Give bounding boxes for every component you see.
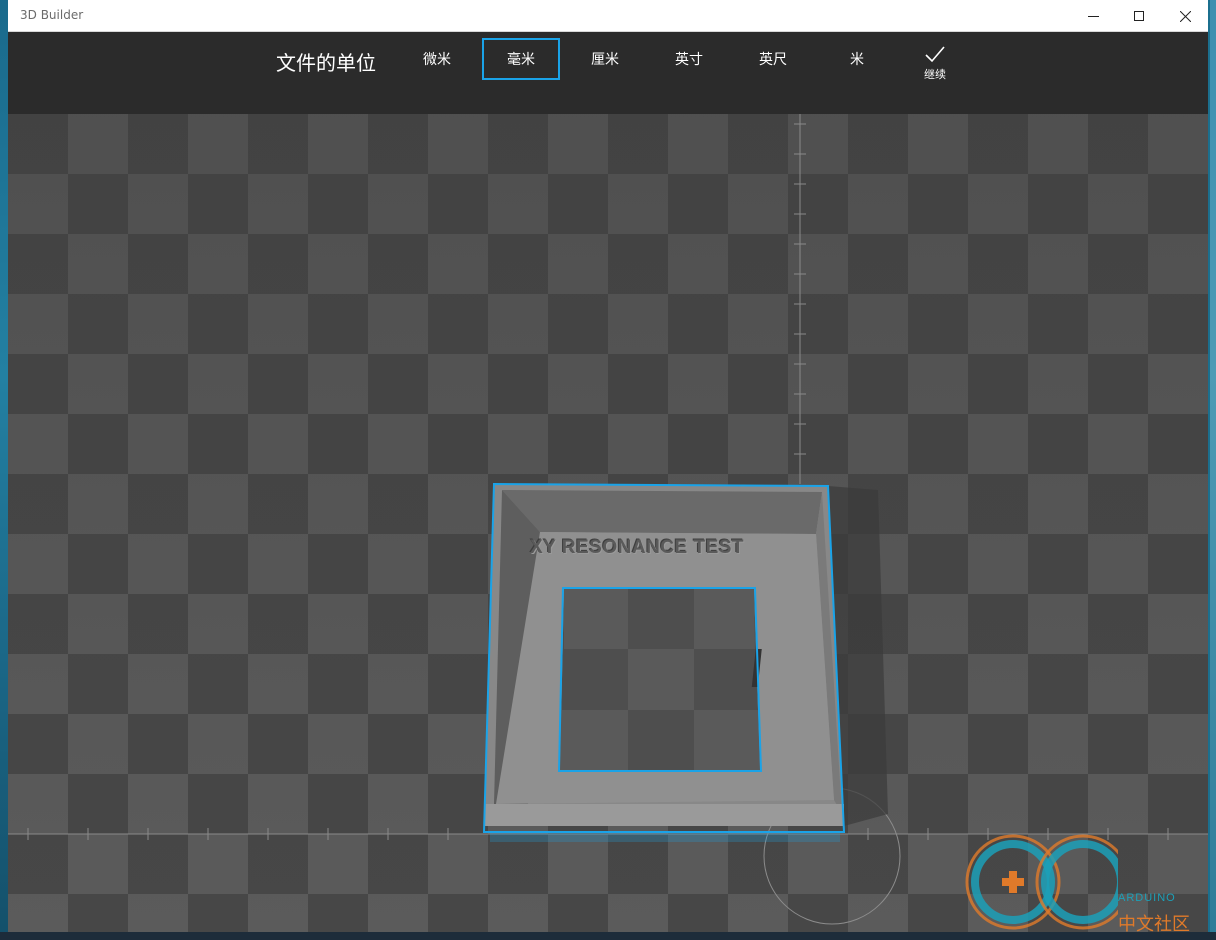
model-engraved-text: XY RESONANCE TEST [530, 537, 745, 558]
continue-label: 继续 [924, 68, 946, 81]
unit-foot-button[interactable]: 英尺 [734, 38, 812, 80]
app-window: 3D Builder 文件的单位 微米 毫米 厘米 英寸 英尺 米 继续 XY … [8, 0, 1208, 932]
watermark-logo: ARDUINO 中文社区 [958, 832, 1208, 932]
unit-micrometer-button[interactable]: 微米 [398, 38, 476, 80]
unit-label: 英尺 [759, 52, 787, 68]
title-bar: 3D Builder [8, 0, 1208, 32]
unit-inch-button[interactable]: 英寸 [650, 38, 728, 80]
unit-label: 微米 [423, 52, 451, 68]
maximize-button[interactable] [1116, 0, 1162, 32]
desktop-background-left [0, 0, 8, 940]
continue-button[interactable]: 继续 [908, 42, 962, 92]
unit-label: 厘米 [591, 52, 619, 68]
close-button[interactable] [1162, 0, 1208, 32]
watermark-site: 中文社区 [1118, 914, 1190, 932]
3d-viewport[interactable]: XY RESONANCE TEST ARDUINO 中文社区 [8, 114, 1208, 932]
unit-meter-button[interactable]: 米 [818, 38, 896, 80]
unit-heading: 文件的单位 [276, 51, 376, 75]
unit-millimeter-button[interactable]: 毫米 [482, 38, 560, 80]
model-resonance-test[interactable] [484, 484, 844, 826]
minimize-button[interactable] [1070, 0, 1116, 32]
arduino-infinity-icon [965, 834, 1118, 930]
build-plate-scene [8, 114, 1208, 932]
close-icon [1179, 10, 1191, 22]
unit-label: 英寸 [675, 52, 703, 68]
unit-centimeter-button[interactable]: 厘米 [566, 38, 644, 80]
unit-label: 米 [850, 52, 864, 68]
checkmark-icon [925, 46, 945, 63]
taskbar [0, 932, 1216, 940]
watermark-brand: ARDUINO [1118, 892, 1176, 904]
minimize-icon [1087, 15, 1099, 17]
window-title: 3D Builder [20, 8, 84, 22]
unit-toolbar: 文件的单位 微米 毫米 厘米 英寸 英尺 米 继续 [8, 32, 1208, 114]
maximize-icon [1134, 11, 1144, 21]
desktop-background-right [1210, 0, 1216, 940]
unit-label: 毫米 [507, 52, 535, 68]
